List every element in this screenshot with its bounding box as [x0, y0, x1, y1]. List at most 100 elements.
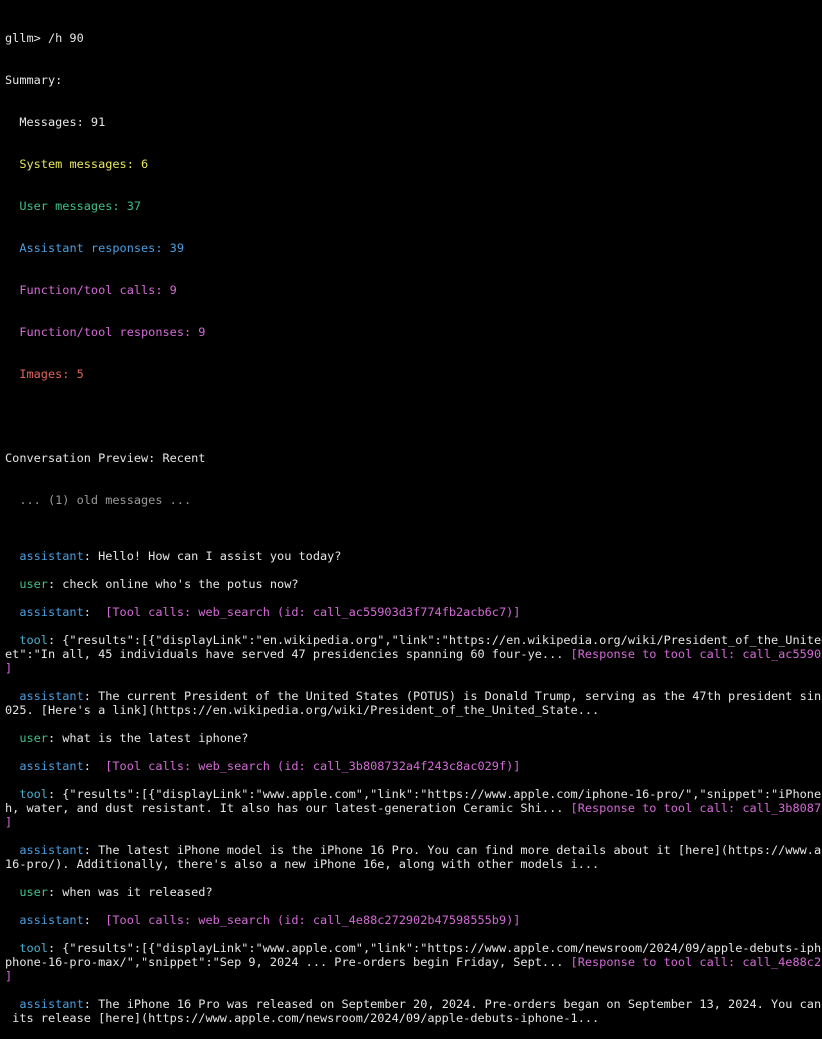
- message-line: ]: [5, 815, 822, 829]
- message-text: :: [83, 605, 106, 619]
- message-text: :: [83, 913, 106, 927]
- role-label: tool: [5, 633, 48, 647]
- message-text: its release [here](https://www.apple.com…: [5, 1011, 600, 1025]
- tool-tag: ]: [5, 969, 13, 983]
- message-assistant: assistant: [Tool calls: web_search (id: …: [5, 913, 822, 927]
- summary-assistant-responses: Assistant responses: 39: [19, 241, 184, 255]
- role-label: user: [5, 577, 48, 591]
- tool-tag: [Response to tool call: call_3b808732a: [570, 801, 822, 815]
- message-line: assistant: The iPhone 16 Pro was release…: [5, 997, 822, 1011]
- message-line: its release [here](https://www.apple.com…: [5, 1011, 822, 1025]
- message-line: assistant: The current President of the …: [5, 689, 822, 703]
- summary-system-messages: System messages: 6: [19, 157, 149, 171]
- role-label: user: [5, 731, 48, 745]
- message-assistant: assistant: The iPhone 16 Pro was release…: [5, 997, 822, 1025]
- message-line: 025. [Here's a link](https://en.wikipedi…: [5, 703, 822, 717]
- message-tool: tool: {"results":[{"displayLink":"www.ap…: [5, 941, 822, 983]
- summary-images: Images: 5: [19, 367, 84, 381]
- summary-messages: Messages: 91: [19, 115, 106, 129]
- message-line: user: check online who's the potus now?: [5, 577, 822, 591]
- message-assistant: assistant: [Tool calls: web_search (id: …: [5, 759, 822, 773]
- tool-tag: [Tool calls: web_search (id: call_3b8087…: [105, 759, 521, 773]
- role-label: assistant: [5, 759, 84, 773]
- message-line: assistant: The latest iPhone model is th…: [5, 843, 822, 857]
- tool-tag: [Response to tool call: call_ac55903d3: [570, 647, 822, 661]
- tool-tag: [Response to tool call: call_4e88c2729: [570, 955, 822, 969]
- old-messages-note: ... (1) old messages ...: [5, 493, 192, 507]
- summary-tool-calls: Function/tool calls: 9: [19, 283, 177, 297]
- message-text: : The current President of the United St…: [83, 689, 822, 703]
- tool-tag: ]: [5, 661, 13, 675]
- message-line: h, water, and dust resistant. It also ha…: [5, 801, 822, 815]
- message-tool: tool: {"results":[{"displayLink":"www.ap…: [5, 787, 822, 829]
- message-text: phone-16-pro-max/","snippet":"Sep 9, 202…: [5, 955, 571, 969]
- message-text: :: [83, 759, 106, 773]
- message-text: : {"results":[{"displayLink":"en.wikiped…: [47, 633, 822, 647]
- role-label: assistant: [5, 843, 84, 857]
- message-line: 16-pro/). Additionally, there's also a n…: [5, 857, 822, 871]
- message-text: : Hello! How can I assist you today?: [83, 549, 342, 563]
- summary-heading: Summary:: [5, 73, 63, 87]
- prompt-text: gllm> /h 90: [5, 31, 84, 45]
- message-user: user: what is the latest iphone?: [5, 731, 822, 745]
- tool-tag: ]: [5, 815, 13, 829]
- message-line: assistant: [Tool calls: web_search (id: …: [5, 605, 822, 619]
- terminal-window[interactable]: gllm> /h 90 Summary: Messages: 91 System…: [5, 3, 822, 1039]
- role-label: assistant: [5, 913, 84, 927]
- message-text: : check online who's the potus now?: [47, 577, 299, 591]
- message-line: user: what is the latest iphone?: [5, 731, 822, 745]
- summary-tool-responses: Function/tool responses: 9: [19, 325, 206, 339]
- message-user: user: check online who's the potus now?: [5, 577, 822, 591]
- role-label: tool: [5, 787, 48, 801]
- role-label: assistant: [5, 549, 84, 563]
- message-text: : when was it released?: [47, 885, 213, 899]
- role-label: assistant: [5, 689, 84, 703]
- message-line: assistant: Hello! How can I assist you t…: [5, 549, 822, 563]
- message-line: ]: [5, 661, 822, 675]
- message-line: phone-16-pro-max/","snippet":"Sep 9, 202…: [5, 955, 822, 969]
- message-line: assistant: [Tool calls: web_search (id: …: [5, 913, 822, 927]
- role-label: assistant: [5, 605, 84, 619]
- preview-heading: Conversation Preview: Recent: [5, 451, 206, 465]
- message-text: 025. [Here's a link](https://en.wikipedi…: [5, 703, 600, 717]
- message-assistant: assistant: The current President of the …: [5, 689, 822, 717]
- role-label: tool: [5, 941, 48, 955]
- message-line: ]: [5, 969, 822, 983]
- message-line: tool: {"results":[{"displayLink":"www.ap…: [5, 787, 822, 801]
- message-assistant: assistant: The latest iPhone model is th…: [5, 843, 822, 871]
- role-label: user: [5, 885, 48, 899]
- message-tool: tool: {"results":[{"displayLink":"en.wik…: [5, 633, 822, 675]
- conversation-preview: assistant: Hello! How can I assist you t…: [5, 535, 822, 1025]
- message-line: tool: {"results":[{"displayLink":"en.wik…: [5, 633, 822, 647]
- message-assistant: assistant: [Tool calls: web_search (id: …: [5, 605, 822, 619]
- tool-tag: [Tool calls: web_search (id: call_ac5590…: [105, 605, 521, 619]
- message-text: : {"results":[{"displayLink":"www.apple.…: [47, 941, 822, 955]
- message-text: 16-pro/). Additionally, there's also a n…: [5, 857, 600, 871]
- message-line: assistant: [Tool calls: web_search (id: …: [5, 759, 822, 773]
- command-prompt: gllm> /h 90: [5, 31, 822, 45]
- message-line: tool: {"results":[{"displayLink":"www.ap…: [5, 941, 822, 955]
- role-label: assistant: [5, 997, 84, 1011]
- summary-user-messages: User messages: 37: [19, 199, 142, 213]
- message-user: user: when was it released?: [5, 885, 822, 899]
- message-assistant: assistant: Hello! How can I assist you t…: [5, 549, 822, 563]
- message-text: : what is the latest iphone?: [47, 731, 249, 745]
- message-text: : The latest iPhone model is the iPhone …: [83, 843, 822, 857]
- message-line: user: when was it released?: [5, 885, 822, 899]
- message-text: : {"results":[{"displayLink":"www.apple.…: [47, 787, 822, 801]
- message-line: et":"In all, 45 individuals have served …: [5, 647, 822, 661]
- message-text: h, water, and dust resistant. It also ha…: [5, 801, 571, 815]
